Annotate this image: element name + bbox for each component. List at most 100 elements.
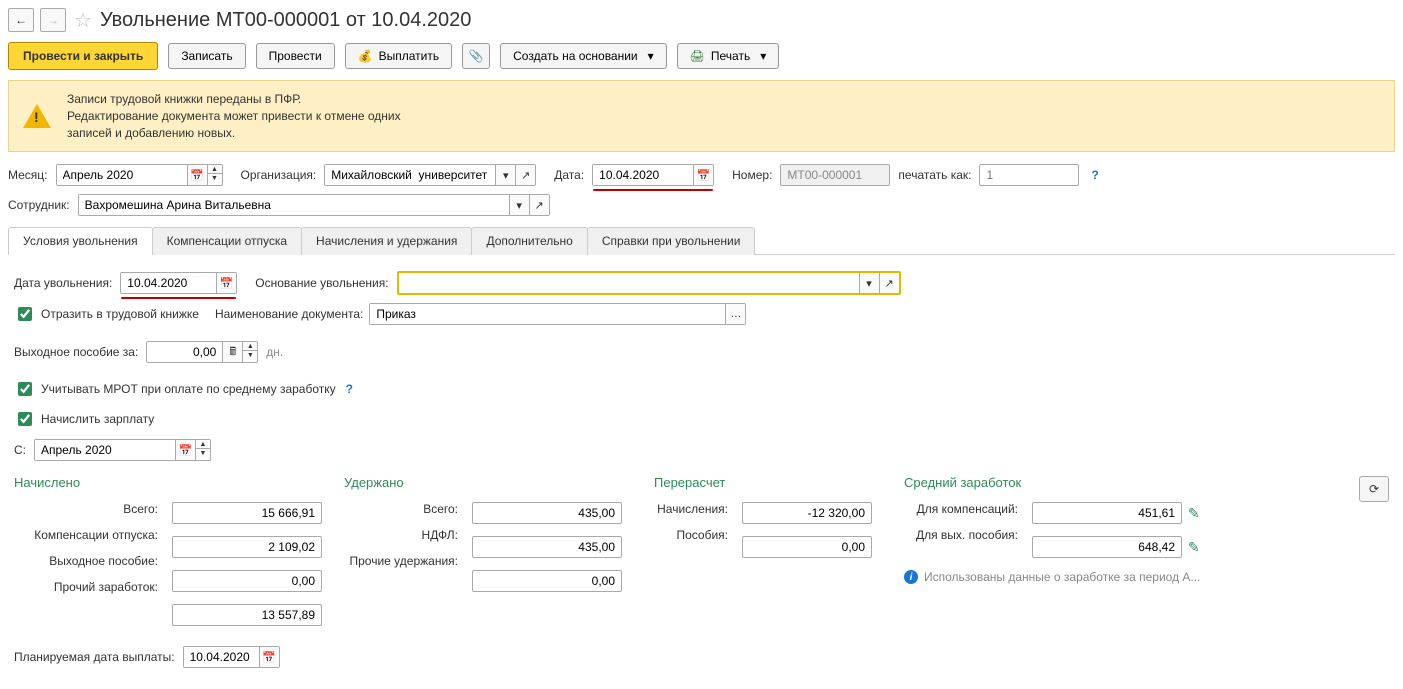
warning-line: Редактирование документа может привести …	[67, 108, 401, 125]
help-icon[interactable]: ?	[346, 382, 353, 396]
ndfl-label: НДФЛ:	[422, 528, 458, 542]
more-icon[interactable]: …	[725, 304, 745, 324]
print-as-input[interactable]	[979, 164, 1079, 186]
benefits-input[interactable]	[742, 536, 872, 558]
number-input[interactable]	[780, 164, 890, 186]
calculator-icon[interactable]: 🖩	[222, 342, 242, 362]
tab-conditions[interactable]: Условия увольнения	[8, 227, 153, 255]
info-line: i Использованы данные о заработке за пер…	[904, 570, 1389, 584]
calendar-icon[interactable]: 📅	[259, 647, 279, 667]
open-icon[interactable]: ↗	[515, 165, 535, 185]
paperclip-icon: 📎	[469, 49, 484, 63]
month-label: Месяц:	[8, 168, 48, 182]
page-title: Увольнение МТ00-000001 от 10.04.2020	[100, 9, 471, 32]
dropdown-icon[interactable]: ▾	[509, 195, 529, 215]
org-label: Организация:	[241, 168, 317, 182]
spin-up[interactable]: ▲	[196, 440, 210, 449]
severance-days-input[interactable]	[147, 342, 222, 362]
money-icon: 💰	[358, 49, 373, 63]
spin-up[interactable]: ▲	[243, 342, 257, 351]
save-button[interactable]: Записать	[168, 43, 245, 69]
pay-button[interactable]: 💰Выплатить	[345, 43, 452, 69]
tab-certificates[interactable]: Справки при увольнении	[587, 227, 756, 255]
accrue-salary-checkbox[interactable]	[18, 412, 32, 426]
printer-icon: 🖨	[690, 49, 705, 63]
dropdown-icon[interactable]: ▾	[495, 165, 515, 185]
edit-icon[interactable]: ✎	[1188, 539, 1200, 556]
mrot-label: Учитывать МРОТ при оплате по среднему за…	[41, 382, 336, 396]
date-label: Дата:	[554, 168, 584, 182]
forward-button[interactable]: →	[40, 8, 66, 32]
accrued-title: Начислено	[14, 475, 324, 490]
days-unit: дн.	[266, 345, 283, 359]
warning-line: записей и добавлению новых.	[67, 125, 401, 142]
employee-input[interactable]	[79, 195, 509, 215]
reflect-checkbox[interactable]	[18, 307, 32, 321]
severance-total-input[interactable]	[172, 570, 322, 592]
tab-vacation-comp[interactable]: Компенсации отпуска	[152, 227, 302, 255]
ndfl-input[interactable]	[472, 536, 622, 558]
dropdown-icon[interactable]: ▾	[859, 273, 879, 293]
info-icon: i	[904, 570, 918, 584]
for-sev-input[interactable]	[1032, 536, 1182, 558]
accruals-label: Начисления:	[657, 502, 728, 516]
calendar-icon[interactable]: 📅	[175, 440, 195, 460]
planned-date-label: Планируемая дата выплаты:	[14, 650, 175, 664]
back-button[interactable]: ←	[8, 8, 34, 32]
favorite-star-icon[interactable]: ☆	[72, 9, 94, 31]
reflect-label: Отразить в трудовой книжке	[41, 307, 199, 321]
withheld-total-input[interactable]	[472, 502, 622, 524]
avg-title: Средний заработок	[904, 475, 1021, 490]
dismiss-date-label: Дата увольнения:	[14, 276, 112, 290]
spin-up[interactable]: ▲	[208, 165, 222, 174]
other-with-input[interactable]	[472, 570, 622, 592]
employee-label: Сотрудник:	[8, 198, 70, 212]
post-button[interactable]: Провести	[256, 43, 335, 69]
doc-name-input[interactable]	[370, 304, 725, 324]
severance-label: Выходное пособие за:	[14, 345, 138, 359]
from-input[interactable]	[35, 440, 175, 460]
calendar-icon[interactable]: 📅	[216, 273, 236, 293]
refresh-button[interactable]: ⟳	[1359, 476, 1389, 502]
other-earn-input[interactable]	[172, 604, 322, 626]
basis-label: Основание увольнения:	[255, 276, 388, 290]
edit-icon[interactable]: ✎	[1188, 505, 1200, 522]
mrot-checkbox[interactable]	[18, 382, 32, 396]
spin-down[interactable]: ▼	[243, 351, 257, 360]
attach-button[interactable]: 📎	[462, 43, 490, 69]
help-icon[interactable]: ?	[1091, 168, 1098, 182]
accrued-total-input[interactable]	[172, 502, 322, 524]
warning-icon	[23, 104, 51, 128]
tab-additional[interactable]: Дополнительно	[471, 227, 587, 255]
basis-input[interactable]	[399, 273, 859, 293]
planned-date-input[interactable]	[184, 647, 259, 667]
create-based-on-button[interactable]: Создать на основании▾	[500, 43, 667, 69]
spin-down[interactable]: ▼	[208, 174, 222, 183]
post-and-close-button[interactable]: Провести и закрыть	[8, 42, 158, 70]
doc-name-label: Наименование документа:	[215, 307, 363, 321]
vac-comp-input[interactable]	[172, 536, 322, 558]
accruals-input[interactable]	[742, 502, 872, 524]
open-icon[interactable]: ↗	[529, 195, 549, 215]
other-earn-label: Прочий заработок:	[54, 580, 158, 594]
warning-banner: Записи трудовой книжки переданы в ПФР. Р…	[8, 80, 1395, 152]
dismiss-date-input[interactable]	[121, 273, 216, 293]
calendar-icon[interactable]: 📅	[693, 165, 713, 185]
warning-line: Записи трудовой книжки переданы в ПФР.	[67, 91, 401, 108]
tab-accruals[interactable]: Начисления и удержания	[301, 227, 472, 255]
print-button[interactable]: 🖨Печать▾	[677, 43, 780, 69]
date-input[interactable]	[593, 165, 693, 185]
spin-down[interactable]: ▼	[196, 449, 210, 458]
print-as-label: печатать как:	[898, 168, 971, 182]
for-comp-input[interactable]	[1032, 502, 1182, 524]
open-icon[interactable]: ↗	[879, 273, 899, 293]
recalc-title: Перерасчет	[654, 475, 884, 490]
withheld-total-label: Всего:	[423, 502, 458, 516]
org-input[interactable]	[325, 165, 495, 185]
accrue-salary-label: Начислить зарплату	[41, 412, 154, 426]
chevron-down-icon: ▾	[648, 49, 654, 63]
for-sev-label: Для вых. пособия:	[916, 528, 1018, 542]
calendar-icon[interactable]: 📅	[187, 165, 207, 185]
withheld-title: Удержано	[344, 475, 634, 490]
month-input[interactable]	[57, 165, 187, 185]
